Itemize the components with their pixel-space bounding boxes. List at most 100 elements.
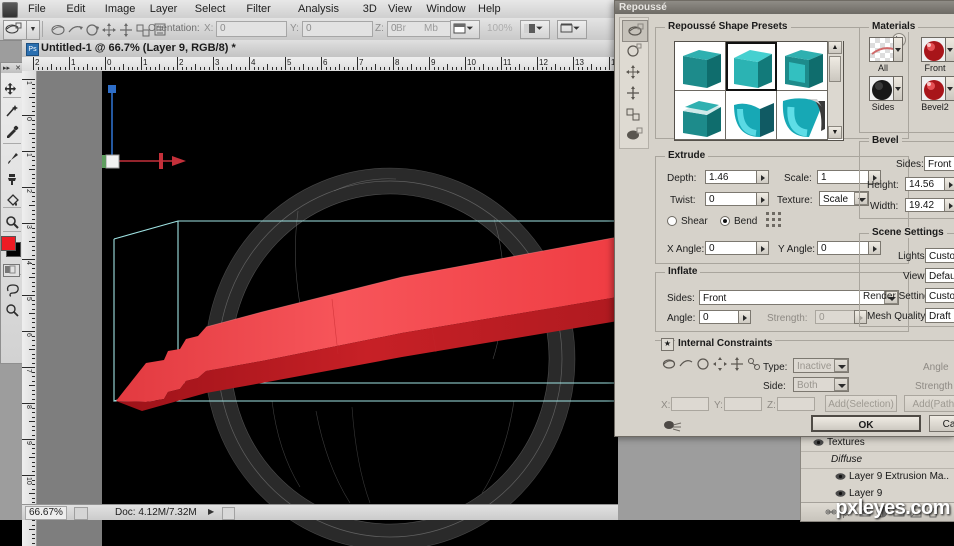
repousse-slide-tool[interactable]	[622, 83, 646, 103]
clone-stamp-tool[interactable]	[2, 169, 22, 189]
orientation-y-input[interactable]: 0	[302, 21, 373, 37]
3d-pan-icon[interactable]	[84, 21, 101, 37]
canvas[interactable]	[102, 71, 618, 546]
material-bevel2-dropdown[interactable]	[946, 76, 954, 101]
depth-spinner[interactable]	[756, 170, 769, 184]
menu-item-3d[interactable]: 3D	[357, 2, 383, 16]
menu-item-select[interactable]: Select	[189, 2, 232, 16]
depth-input[interactable]: 1.46	[705, 170, 757, 184]
repousse-roll-tool[interactable]	[622, 41, 646, 61]
horizontal-ruler[interactable]: 2101234567891011121314	[22, 57, 618, 72]
preset-scroll-thumb[interactable]	[829, 56, 841, 82]
color-swatches[interactable]	[1, 236, 21, 258]
layer-diffuse-group[interactable]: Diffuse	[801, 452, 954, 467]
bend-radio[interactable]	[720, 216, 730, 226]
lights-select[interactable]: Custom	[925, 248, 954, 263]
material-all-dropdown[interactable]	[894, 37, 903, 62]
constraint-mesh-icon[interactable]	[746, 355, 763, 372]
lasso-tool[interactable]	[2, 279, 22, 299]
menu-item-analysis[interactable]: Analysis	[292, 2, 345, 16]
3d-roll-icon[interactable]	[67, 21, 84, 37]
3d-axis-widget[interactable]	[102, 85, 186, 169]
constraint-scale-icon[interactable]	[729, 355, 746, 372]
toolbox-collapse-icon[interactable]: ▸▸	[3, 64, 10, 72]
preset-bevel-none[interactable]	[675, 42, 726, 91]
material-bevel2-swatch[interactable]	[921, 76, 946, 101]
constraint-preview-icon[interactable]	[663, 419, 683, 435]
ok-button[interactable]: OK	[811, 415, 921, 432]
preset-scrollbar[interactable]: ▲ ▼	[827, 41, 843, 139]
extras-icon[interactable]	[557, 20, 587, 39]
magic-wand-tool[interactable]	[2, 101, 22, 121]
preset-grid[interactable]	[674, 41, 844, 141]
menu-item-layer[interactable]: Layer	[144, 2, 184, 16]
preset-cone-short[interactable]	[726, 91, 777, 140]
document-tab[interactable]: Ps Untitled-1 @ 66.7% (Layer 9, RGB/8) *	[22, 40, 618, 58]
preset-scroll-up[interactable]: ▲	[828, 41, 842, 54]
3d-rotate-icon[interactable]	[50, 21, 67, 37]
bevel-width-input[interactable]: 19.42	[905, 198, 945, 212]
menu-item-help[interactable]: Help	[472, 2, 507, 16]
preset-inflate-sides[interactable]	[777, 42, 828, 91]
preset-inflate-front[interactable]	[726, 42, 777, 91]
tool-preset-dropdown[interactable]: ▼	[26, 20, 40, 40]
x-angle-input[interactable]: 0	[705, 241, 757, 255]
quick-mask-icon[interactable]	[3, 264, 20, 277]
toolbox-close-icon[interactable]: ✕	[15, 64, 21, 72]
eyedropper-tool[interactable]	[2, 122, 22, 142]
status-expand-arrow[interactable]: ▶	[208, 507, 214, 516]
brush-tool[interactable]	[2, 148, 22, 168]
expand-collapse-icon[interactable]: ★	[661, 338, 674, 351]
layer-9-extrusion[interactable]: Layer 9 Extrusion Ma..	[801, 469, 954, 484]
bevel-height-spinner[interactable]	[944, 177, 954, 191]
dodge-burn-tool[interactable]	[2, 212, 22, 232]
preset-scroll-down[interactable]: ▼	[828, 126, 842, 139]
mesh-quality-select[interactable]: Draft	[925, 308, 954, 323]
foreground-color-swatch[interactable]	[1, 236, 16, 251]
constraint-rotate-icon[interactable]	[661, 355, 678, 372]
shear-radio[interactable]	[667, 216, 677, 226]
material-sides-dropdown[interactable]	[894, 76, 903, 101]
menu-item-view[interactable]: View	[382, 2, 418, 16]
doc-preview-icon[interactable]	[74, 507, 88, 520]
bend-grid-icon[interactable]	[765, 211, 785, 232]
render-settings-select[interactable]: Custom	[925, 288, 954, 303]
doc-arrange-icon[interactable]	[450, 20, 480, 39]
menu-item-window[interactable]: Window	[420, 2, 471, 16]
menu-item-filter[interactable]: Filter	[240, 2, 276, 16]
repousse-camera-tool[interactable]	[622, 125, 646, 145]
inflate-angle-spinner[interactable]	[738, 310, 751, 324]
preset-bevel-ring[interactable]	[675, 91, 726, 140]
move-tool[interactable]	[2, 79, 22, 99]
constraint-pan-icon[interactable]	[695, 355, 712, 372]
extruded-3d-shape[interactable]	[116, 236, 618, 411]
bevel-height-input[interactable]: 14.56	[905, 177, 945, 191]
x-angle-spinner[interactable]	[756, 241, 769, 255]
screen-mode-icon[interactable]	[520, 20, 550, 39]
repousse-scale-tool[interactable]	[622, 104, 646, 124]
menu-item-file[interactable]: File	[22, 2, 52, 16]
constraint-slide-icon[interactable]	[712, 355, 729, 372]
material-sides-swatch[interactable]	[869, 76, 894, 101]
preset-cone-twist[interactable]	[777, 91, 828, 140]
constraint-roll-icon[interactable]	[678, 355, 695, 372]
visibility-eye-icon[interactable]	[813, 438, 824, 447]
menu-item-edit[interactable]: Edit	[60, 2, 91, 16]
twist-spinner[interactable]	[756, 192, 769, 206]
bevel-width-spinner[interactable]	[944, 198, 954, 212]
repousse-mesh-tool[interactable]	[622, 20, 648, 42]
layer-textures-group[interactable]: Textures	[801, 435, 954, 450]
3d-slide-icon[interactable]	[101, 21, 118, 37]
menu-item-image[interactable]: Image	[99, 2, 142, 16]
3d-scale-icon[interactable]	[118, 21, 135, 37]
orientation-x-input[interactable]: 0	[216, 21, 287, 37]
cancel-button[interactable]: Ca	[929, 415, 954, 432]
bevel-sides-select[interactable]: Front	[924, 156, 954, 171]
3d-object-rotate-tool-icon[interactable]	[3, 20, 27, 40]
zoom-tool[interactable]	[2, 300, 22, 320]
status-extra-button[interactable]	[222, 507, 235, 520]
material-front-swatch[interactable]	[921, 37, 946, 62]
visibility-eye-icon[interactable]	[835, 472, 846, 481]
view-select[interactable]: Default	[925, 268, 954, 283]
material-all-swatch[interactable]	[869, 37, 894, 62]
